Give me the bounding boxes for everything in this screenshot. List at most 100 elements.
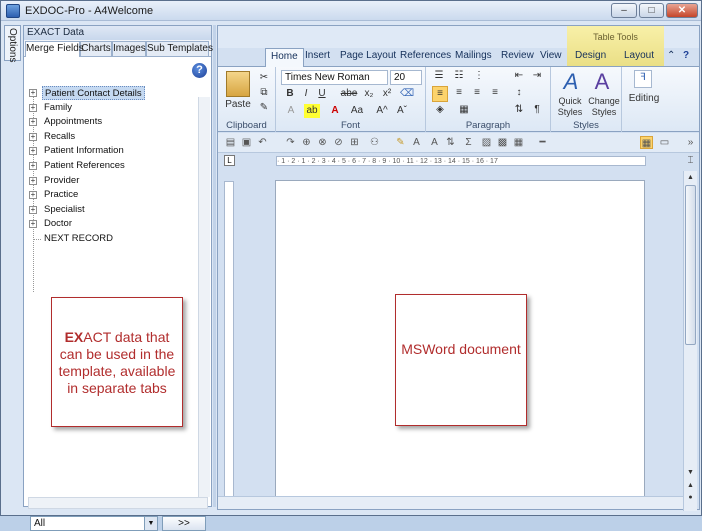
panel-splitter[interactable] (213, 25, 216, 507)
expand-icon[interactable]: + (29, 220, 37, 229)
align-right-icon[interactable]: ≡ (470, 86, 484, 100)
tree-item-family[interactable]: + Family (27, 101, 207, 115)
tree-horizontal-scrollbar[interactable] (28, 497, 208, 509)
grow-font-button[interactable]: A^ (374, 104, 390, 118)
layout-icon[interactable]: ▭ (658, 136, 671, 149)
sort-icon[interactable]: ⇅ (512, 103, 526, 117)
tab-sub-templates[interactable]: Sub Templates (146, 41, 213, 56)
format-painter-icon[interactable]: ✎ (258, 101, 270, 115)
align-left-icon[interactable]: ≡ (432, 86, 448, 102)
italic-button[interactable]: I (300, 87, 312, 101)
document-page[interactable]: MSWord document (275, 180, 645, 500)
tree-item-next-record[interactable]: NEXT RECORD (27, 232, 207, 246)
clear-formatting-icon[interactable]: ⌫ (400, 87, 414, 101)
font-color-icon[interactable]: A (328, 104, 342, 118)
align-center-icon[interactable]: ≡ (452, 86, 466, 100)
color-icon[interactable]: A (428, 136, 441, 149)
tab-design[interactable]: Design (575, 50, 606, 61)
multilevel-list-icon[interactable]: ⋮ (472, 69, 486, 83)
sort-icon[interactable]: ⇅ (444, 136, 457, 149)
tab-home[interactable]: Home (265, 48, 304, 67)
ruler-toggle-icon[interactable]: ▤ (224, 136, 237, 149)
change-styles-label[interactable]: Change Styles (587, 96, 621, 118)
maximize-button[interactable]: □ (639, 3, 664, 18)
expand-icon[interactable]: + (29, 89, 37, 97)
superscript-button[interactable]: x² (380, 87, 394, 101)
horizontal-ruler[interactable]: · 1 · 2 · 1 · 2 · 3 · 4 · 5 · 6 · 7 · 8 … (276, 156, 646, 166)
dropdown-arrow-icon[interactable]: ▼ (144, 517, 157, 530)
increase-indent-icon[interactable]: ⇥ (530, 69, 544, 83)
toggle-field-icon[interactable]: ⊗ (316, 136, 329, 149)
quick-styles-label[interactable]: Quick Styles (553, 96, 587, 118)
tree-item-patient-information[interactable]: + Patient Information (27, 144, 207, 158)
scroll-down-icon[interactable]: ▼ (685, 467, 696, 478)
tree-item-provider[interactable]: + Provider (27, 174, 207, 188)
tab-layout[interactable]: Layout (624, 50, 654, 61)
quick-styles-icon[interactable]: A (558, 69, 584, 95)
sum-icon[interactable]: Σ (462, 136, 475, 149)
table-icon[interactable]: ⊞ (348, 136, 361, 149)
go-button[interactable]: >> (162, 516, 206, 531)
expand-icon[interactable]: + (29, 103, 37, 112)
tree-item-doctor[interactable]: + Doctor (27, 217, 207, 231)
minimize-button[interactable]: – (611, 3, 637, 18)
show-marks-button[interactable]: ¶ (530, 103, 544, 117)
bullets-icon[interactable]: ☰ (432, 69, 446, 83)
tab-images[interactable]: Images (112, 41, 146, 56)
underline-button[interactable]: U (316, 87, 328, 101)
line-style-icon[interactable]: ━ (536, 136, 549, 149)
tree-item-patient-contact-details[interactable]: + Patient Contact Details (27, 86, 207, 100)
borders-icon[interactable]: ▦ (456, 103, 472, 117)
expand-icon[interactable]: + (29, 191, 37, 200)
tab-charts[interactable]: Charts (80, 41, 112, 56)
edit-icon[interactable]: ✎ (394, 136, 407, 149)
undo-icon[interactable]: ↶ (256, 136, 269, 149)
paste-icon[interactable] (226, 71, 250, 97)
change-case-button[interactable]: Aa (348, 104, 366, 118)
insert-field-icon[interactable]: ⊕ (300, 136, 313, 149)
strikethrough-button[interactable]: abe (340, 87, 358, 101)
expand-icon[interactable]: + (29, 118, 37, 127)
shading-icon[interactable]: ◈ (432, 103, 448, 117)
paste-label[interactable]: Paste (222, 98, 254, 112)
tab-stop-selector[interactable]: L (224, 155, 235, 166)
font-size-select[interactable]: 20 (390, 70, 422, 85)
expand-icon[interactable]: + (29, 205, 37, 214)
merge-icon[interactable]: ⚇ (368, 136, 381, 149)
subscript-button[interactable]: x₂ (362, 87, 376, 101)
tree-item-patient-references[interactable]: + Patient References (27, 159, 207, 173)
vertical-ruler[interactable] (224, 181, 234, 501)
expand-icon[interactable]: + (29, 176, 37, 185)
options-tab[interactable]: Options (4, 25, 21, 62)
view-ruler-icon[interactable]: ⌶ (684, 154, 697, 167)
chart-icon[interactable]: ▦ (512, 136, 525, 149)
tab-page-layout[interactable]: Page Layout (340, 50, 396, 61)
expand-icon[interactable]: + (29, 147, 37, 156)
tree-vertical-scrollbar[interactable] (198, 97, 210, 497)
browse-object-icon[interactable]: ● (685, 492, 696, 503)
previous-page-icon[interactable]: ▲ (685, 480, 696, 491)
copy-format-icon[interactable]: ▩ (496, 136, 509, 149)
field-shading-icon[interactable]: ⊘ (332, 136, 345, 149)
tab-references[interactable]: References (400, 50, 451, 61)
shrink-font-button[interactable]: Aˇ (394, 104, 410, 118)
bold-button[interactable]: B (284, 87, 296, 101)
ribbon-minimize-icon[interactable]: ⌃ (667, 50, 675, 61)
scroll-up-icon[interactable]: ▲ (685, 172, 696, 183)
decrease-indent-icon[interactable]: ⇤ (512, 69, 526, 83)
copy-icon[interactable]: ⧉ (258, 86, 270, 100)
tab-merge-fields[interactable]: Merge Fields (25, 41, 84, 57)
numbering-icon[interactable]: ☷ (452, 69, 466, 83)
expand-icon[interactable]: + (29, 132, 37, 141)
tree-item-appointments[interactable]: + Appointments (27, 115, 207, 129)
document-horizontal-scrollbar[interactable] (218, 496, 683, 509)
tab-view[interactable]: View (540, 50, 562, 61)
expand-icon[interactable]: + (29, 162, 37, 170)
tab-insert[interactable]: Insert (305, 50, 330, 61)
line-spacing-icon[interactable]: ↕ (512, 86, 526, 100)
grid-view-icon[interactable]: ▦ (640, 136, 653, 149)
change-styles-icon[interactable]: A (589, 69, 615, 95)
scroll-thumb[interactable] (685, 185, 696, 345)
find-icon[interactable]: ꟻ (634, 70, 652, 88)
overflow-icon[interactable]: » (684, 136, 697, 149)
